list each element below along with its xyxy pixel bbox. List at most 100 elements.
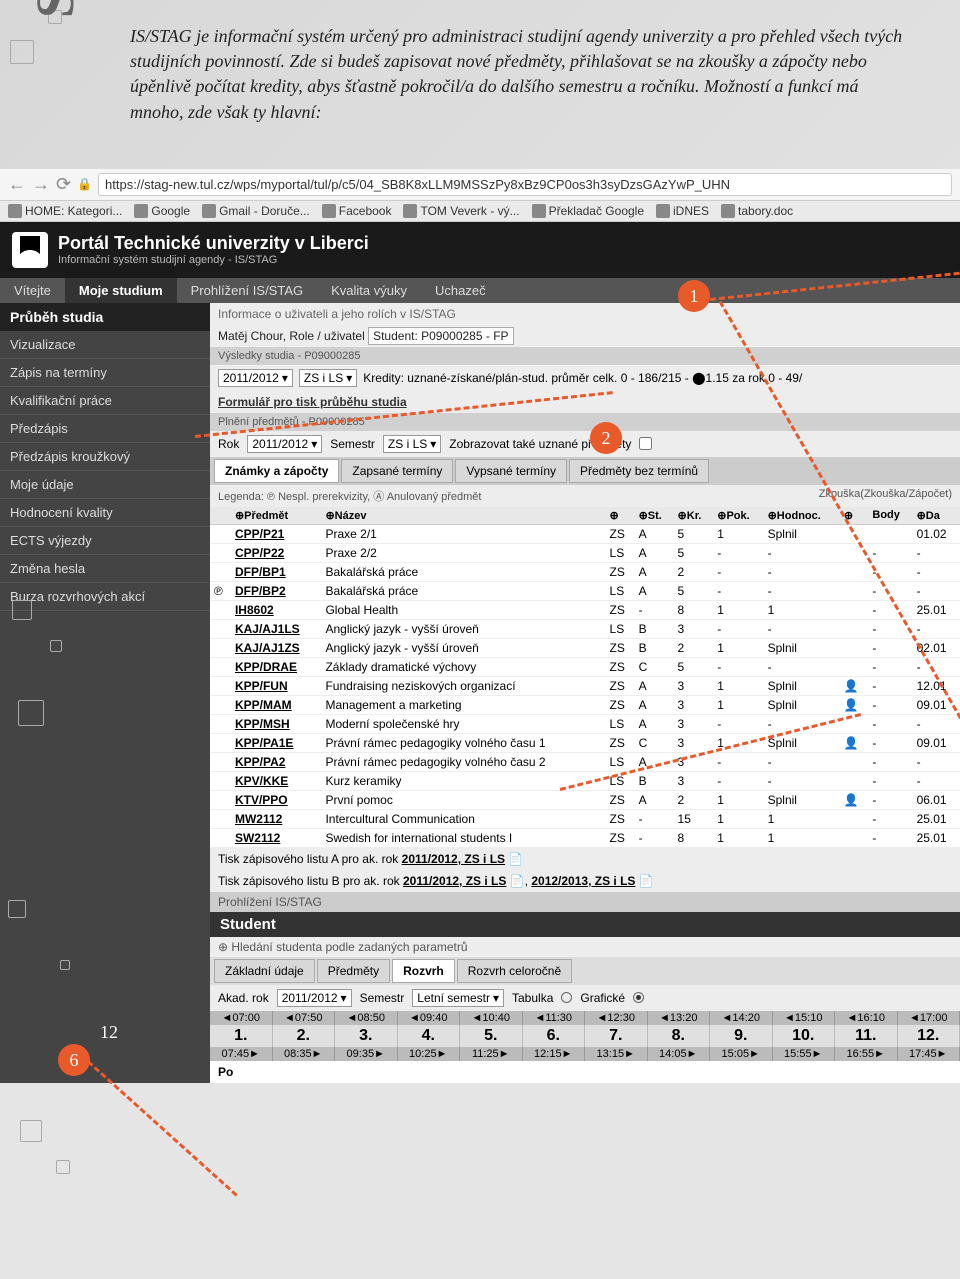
table-header[interactable]: ⊕Předmět (231, 507, 322, 525)
period-cell: 10. (773, 1025, 836, 1047)
period-cell: 2. (273, 1025, 336, 1047)
bookmark-item[interactable]: Gmail - Doruče... (202, 204, 310, 218)
rok-label: Rok (218, 437, 239, 451)
period-cell: 7. (585, 1025, 648, 1047)
tisk-b-link-1[interactable]: 2011/2012, ZS i LS (403, 874, 506, 888)
table-header[interactable]: ⊕Da (913, 507, 960, 525)
subject-tab[interactable]: Vypsané termíny (455, 459, 567, 483)
bookmark-icon (134, 204, 148, 218)
user-role-select[interactable]: Student: P09000285 - FP (368, 327, 513, 345)
bookmark-item[interactable]: HOME: Kategori... (8, 204, 122, 218)
time-footer-row: 07:45►08:35►09:35►10:25►11:25►12:15►13:1… (210, 1047, 960, 1061)
bookmark-item[interactable]: iDNES (656, 204, 709, 218)
topnav-item[interactable]: Kvalita výuky (317, 278, 421, 303)
time-cell: 16:55► (835, 1047, 898, 1061)
semester-select[interactable]: ZS i LS ▾ (299, 369, 357, 387)
topnav-item[interactable]: Vítejte (0, 278, 65, 303)
table-header[interactable]: ⊕St. (635, 507, 674, 525)
subject-tab[interactable]: Známky a zápočty (214, 459, 339, 483)
graficke-radio[interactable] (633, 992, 644, 1003)
sidebar-item[interactable]: Moje údaje (0, 471, 210, 499)
tabulka-radio[interactable] (561, 992, 572, 1003)
table-header[interactable]: ⊕Hodnoc. (764, 507, 840, 525)
sem-select[interactable]: ZS i LS ▾ (383, 435, 441, 453)
sidebar-item[interactable]: Předzápis kroužkový (0, 443, 210, 471)
subject-tab[interactable]: Zapsané termíny (341, 459, 453, 483)
bookmark-icon (8, 204, 22, 218)
sidebar-item[interactable]: Předzápis (0, 415, 210, 443)
legend-right: Zkouška(Zkouška/Zápočet) (819, 488, 952, 504)
time-cell: ◄08:50 (335, 1011, 398, 1025)
tisk-a-row: Tisk zápisového listu A pro ak. rok 2011… (210, 848, 960, 870)
rok-select[interactable]: 2011/2012 ▾ (247, 435, 322, 453)
tisk-b-link-2[interactable]: 2012/2013, ZS i LS (531, 874, 635, 888)
sidebar-item[interactable]: Zápis na termíny (0, 359, 210, 387)
tisk-b-row: Tisk zápisového listu B pro ak. rok 2011… (210, 870, 960, 892)
topnav-item[interactable]: Uchazeč (421, 278, 500, 303)
bookmark-item[interactable]: Google (134, 204, 190, 218)
table-row: IH8602Global HealthZS-811-25.01 (210, 600, 960, 619)
student-tab[interactable]: Rozvrh (392, 959, 455, 983)
table-row: ℗DFP/BP2Bakalářská práceLSA5---- (210, 581, 960, 600)
credits-text: Kredity: uznané-získané/plán-stud. průmě… (363, 371, 802, 385)
print-form-link[interactable]: Formulář pro tisk průběhu studia (218, 395, 407, 409)
topnav-item[interactable]: Moje studium (65, 278, 177, 303)
bookmark-item[interactable]: Facebook (322, 204, 392, 218)
akad-select[interactable]: 2011/2012 ▾ (277, 989, 352, 1007)
intro-paragraph: IS/STAG je informační systém určený pro … (130, 24, 910, 125)
topnav-item[interactable]: Prohlížení IS/STAG (177, 278, 317, 303)
table-header[interactable]: ⊕Kr. (674, 507, 714, 525)
table-row: SW2112Swedish for international students… (210, 828, 960, 847)
tisk-a-link[interactable]: 2011/2012, ZS i LS (402, 852, 505, 866)
table-row: CPP/P22Praxe 2/2LSA5---- (210, 543, 960, 562)
period-cell: 1. (210, 1025, 273, 1047)
student-tab[interactable]: Základní údaje (214, 959, 315, 983)
bookmark-icon (202, 204, 216, 218)
year-select[interactable]: 2011/2012 ▾ (218, 369, 293, 387)
bookmark-icon (656, 204, 670, 218)
table-row: KAJ/AJ1LSAnglický jazyk - vyšší úroveňLS… (210, 619, 960, 638)
period-cell: 4. (398, 1025, 461, 1047)
zobraz-checkbox[interactable] (639, 437, 652, 450)
table-row: DFP/BP1Bakalářská práceZSA2---- (210, 562, 960, 581)
time-cell: ◄07:50 (273, 1011, 336, 1025)
table-row: CPP/P21Praxe 2/1ZSA51Splnil01.02 (210, 524, 960, 543)
reload-icon[interactable]: ⟳ (56, 174, 71, 195)
sidebar-item[interactable]: Kvalifikační práce (0, 387, 210, 415)
table-header[interactable] (210, 507, 231, 525)
time-cell: ◄11:30 (523, 1011, 586, 1025)
browser-toolbar: ← → ⟳ 🔒 https://stag-new.tul.cz/wps/mypo… (0, 169, 960, 201)
forward-icon[interactable]: → (32, 174, 50, 195)
subject-tab[interactable]: Předměty bez termínů (569, 459, 709, 483)
time-cell: ◄17:00 (898, 1011, 960, 1025)
content-area: Informace o uživateli a jeho rolích v IS… (210, 303, 960, 1083)
address-bar[interactable]: https://stag-new.tul.cz/wps/myportal/tul… (98, 173, 952, 196)
sem2-select[interactable]: Letní semestr ▾ (412, 989, 504, 1007)
table-header[interactable]: Body (868, 507, 912, 525)
sidebar-item[interactable]: Změna hesla (0, 555, 210, 583)
student-tab[interactable]: Předměty (317, 959, 390, 983)
graficke-label: Grafické (580, 991, 625, 1005)
time-cell: ◄13:20 (648, 1011, 711, 1025)
sidebar-item[interactable]: Burza rozvrhových akcí (0, 583, 210, 611)
table-header[interactable]: ⊕Pok. (713, 507, 763, 525)
subjects-table: ⊕Předmět⊕Název⊕⊕St.⊕Kr.⊕Pok.⊕Hodnoc.⊕Bod… (210, 507, 960, 848)
stag-vertical-label: STAG (24, 0, 86, 18)
student-tab[interactable]: Rozvrh celoročně (457, 959, 572, 983)
bookmark-item[interactable]: Překladač Google (532, 204, 644, 218)
table-row: KPP/FUNFundraising neziskových organizac… (210, 676, 960, 695)
table-header[interactable]: ⊕Název (321, 507, 605, 525)
sidebar-item[interactable]: Hodnocení kvality (0, 499, 210, 527)
period-cell: 12. (898, 1025, 960, 1047)
table-header[interactable]: ⊕ (840, 507, 869, 525)
bookmark-item[interactable]: tabory.doc (721, 204, 793, 218)
table-header[interactable]: ⊕ (606, 507, 635, 525)
back-icon[interactable]: ← (8, 174, 26, 195)
sidebar-item[interactable]: Vizualizace (0, 331, 210, 359)
bookmark-item[interactable]: TOM Veverk - vý... (403, 204, 519, 218)
sidebar-item[interactable]: ECTS výjezdy (0, 527, 210, 555)
student-subtitle: ⊕ Hledání studenta podle zadaných parame… (210, 937, 960, 957)
time-cell: 13:15► (585, 1047, 648, 1061)
time-cell: 10:25► (398, 1047, 461, 1061)
time-cell: ◄16:10 (835, 1011, 898, 1025)
